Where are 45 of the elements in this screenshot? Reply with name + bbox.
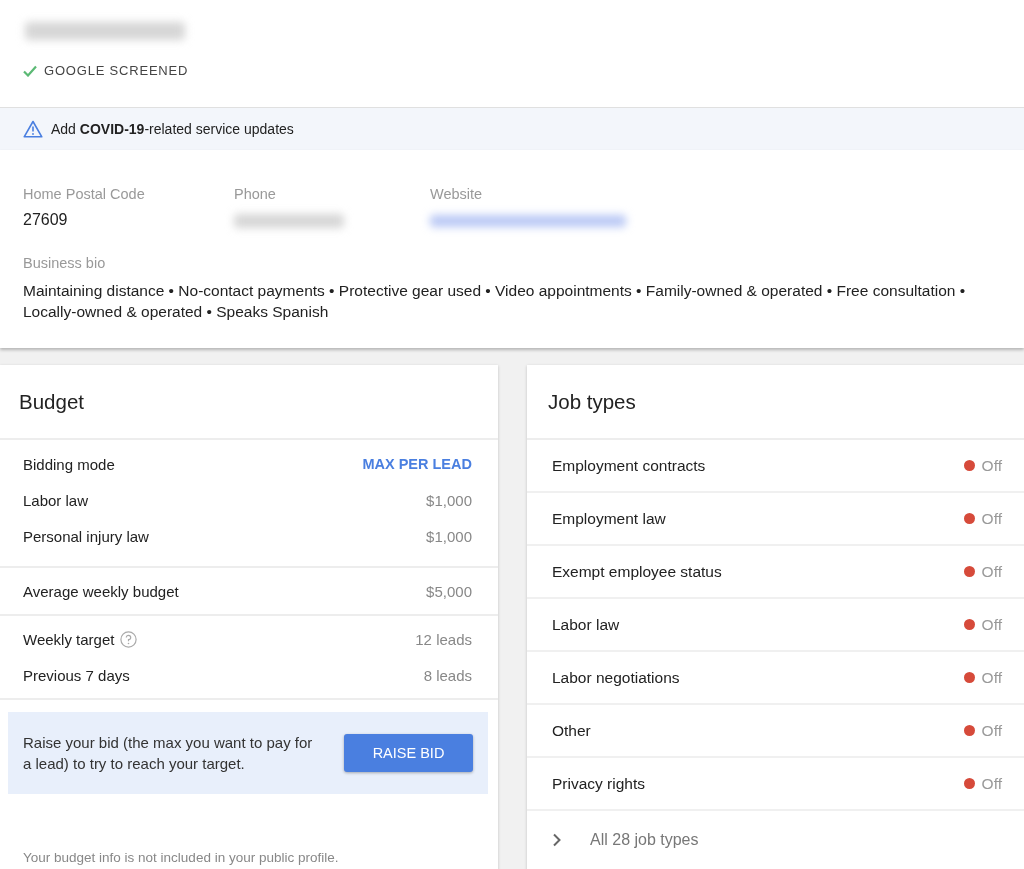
bio-text: Maintaining distance • No-contact payments • Protective gear used • Video appointments • Family-owned & operated • Free consultation • Locally-owned & operated • Speaks Spanish: [23, 281, 967, 322]
job-type-label: Labor law: [552, 615, 620, 634]
status-text: Off: [981, 456, 1002, 475]
job-type-label: Other: [552, 721, 591, 740]
website-label: Website: [430, 186, 484, 202]
raise-bid-button[interactable]: RAISE BID: [344, 734, 473, 772]
phone-label: Phone: [234, 186, 277, 202]
chevron-right-icon: [552, 833, 562, 847]
status-text: Off: [981, 774, 1002, 793]
previous-days-value: 8 leads: [423, 666, 472, 684]
job-type-label: Labor negotiations: [552, 668, 680, 687]
previous-days-label: Previous 7 days: [23, 666, 130, 684]
warning-icon: [23, 120, 43, 138]
weekly-target-label: Weekly target: [23, 630, 115, 648]
job-type-label: Employment law: [552, 509, 666, 528]
bid-label: Personal injury law: [23, 527, 149, 545]
covid-banner[interactable]: Add COVID-19-related service updates: [0, 108, 1024, 150]
status-text: Off: [981, 509, 1002, 528]
postal-code-label: Home Postal Code: [23, 186, 146, 202]
bid-label: Labor law: [23, 491, 89, 509]
average-budget-label: Average weekly budget: [23, 582, 179, 600]
postal-code-value: 27609: [23, 211, 69, 229]
check-icon: [23, 64, 37, 77]
status-text: Off: [981, 562, 1002, 581]
all-job-types-link[interactable]: All 28 job types: [527, 811, 1024, 869]
job-type-label: Privacy rights: [552, 774, 646, 793]
budget-footnote: Your budget info is not included in your public profile.: [22, 850, 340, 867]
bidding-mode-label: Bidding mode: [23, 455, 115, 473]
job-type-label: Exempt employee status: [552, 562, 722, 581]
job-type-label: Employment contracts: [552, 456, 706, 475]
bid-amount: $1,000: [426, 527, 472, 545]
status-text: Off: [981, 615, 1002, 634]
tip-text: Raise your bid (the max you want to pay for a lead) to try to reach your target.: [23, 733, 314, 774]
budget-title: Budget: [0, 365, 498, 440]
bid-amount: $1,000: [426, 491, 472, 509]
screened-label: GOOGLE SCREENED: [44, 63, 189, 78]
help-icon[interactable]: [120, 630, 138, 648]
bio-label: Business bio: [23, 255, 107, 271]
job-types-title: Job types: [527, 365, 1024, 440]
weekly-target-value: 12 leads: [415, 630, 472, 648]
average-budget-value: $5,000: [426, 582, 472, 600]
bidding-mode-link[interactable]: MAX PER LEAD: [362, 456, 472, 472]
banner-text: Add COVID-19-related service updates: [51, 121, 294, 137]
status-text: Off: [981, 721, 1002, 740]
status-text: Off: [981, 668, 1002, 687]
